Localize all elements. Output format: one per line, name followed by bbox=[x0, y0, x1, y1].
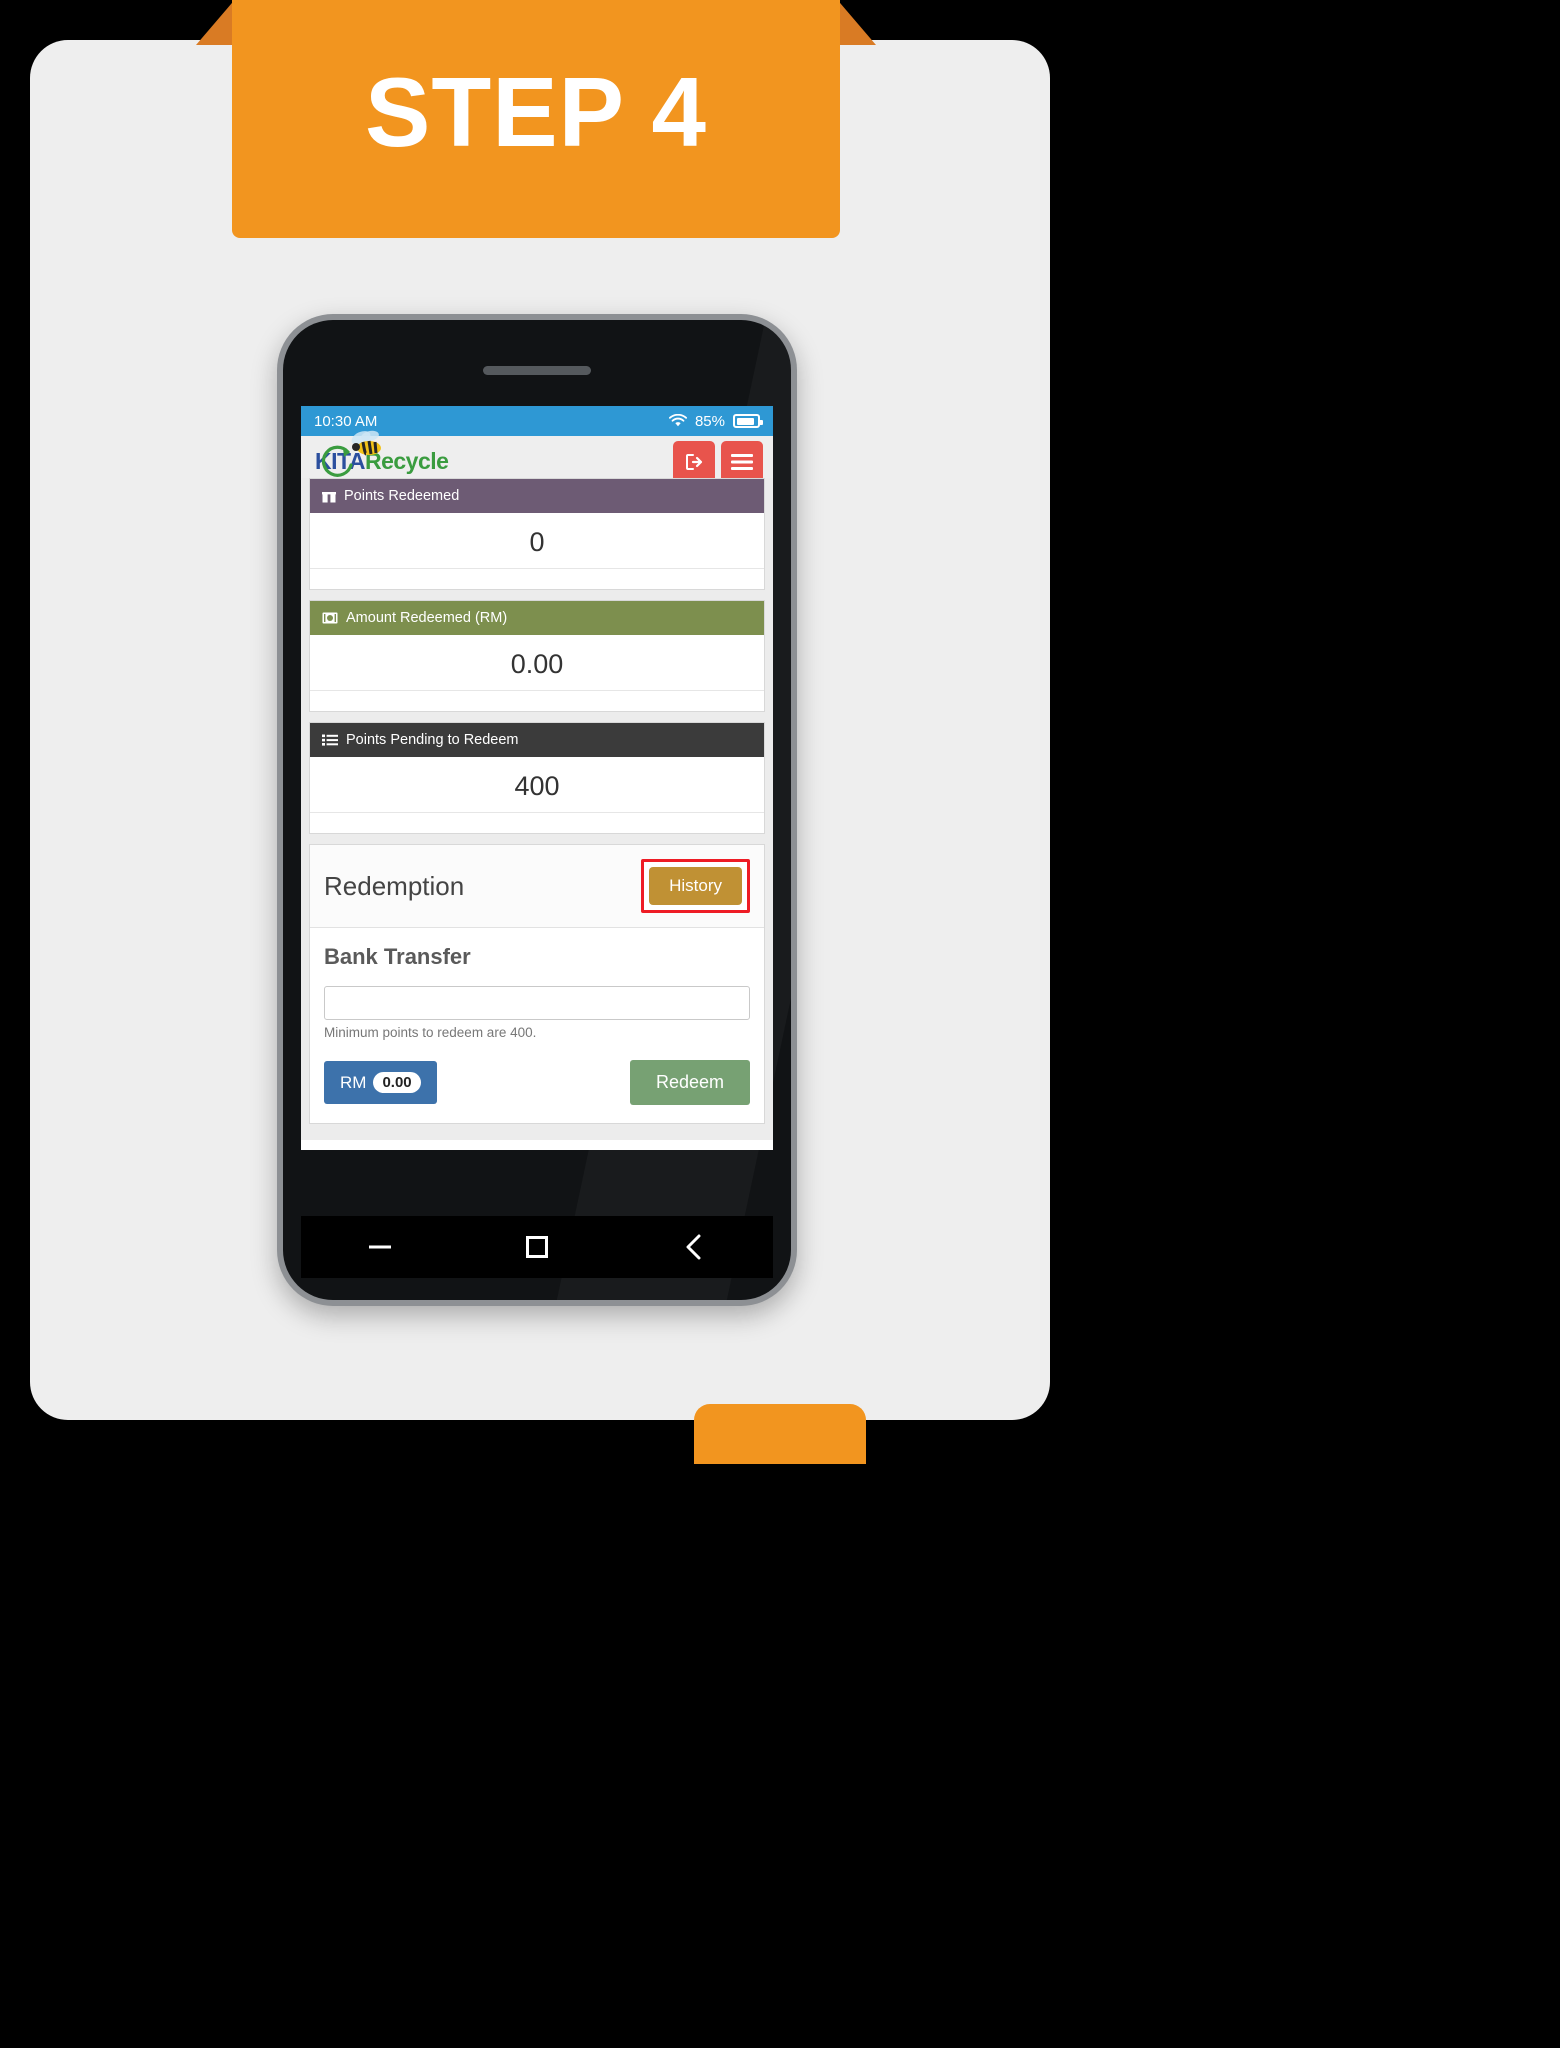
redemption-body: Bank Transfer Minimum points to redeem a… bbox=[310, 928, 764, 1123]
phone-body: 10:30 AM 85% KITA Recycle Points Redeeme… bbox=[283, 320, 791, 1300]
logout-button[interactable] bbox=[673, 440, 715, 483]
battery-icon bbox=[733, 414, 763, 428]
phone-screen: 10:30 AM 85% KITA Recycle Points Redeeme… bbox=[301, 406, 773, 1150]
rm-label: RM bbox=[340, 1072, 367, 1092]
logout-icon bbox=[686, 453, 703, 470]
stat-card-amount-redeemed: Amount Redeemed (RM) 0.00 bbox=[309, 600, 765, 712]
redemption-panel: Redemption History Bank Transfer Minimum… bbox=[309, 844, 765, 1124]
app-header-actions bbox=[673, 440, 763, 483]
step-label: STEP 4 bbox=[365, 57, 707, 167]
list-icon bbox=[322, 734, 338, 746]
stat-card-points-redeemed: Points Redeemed 0 bbox=[309, 478, 765, 590]
stat-card-header: Points Redeemed bbox=[310, 479, 764, 513]
redemption-actions: RM 0.00 Redeem bbox=[324, 1060, 750, 1105]
money-bill-icon bbox=[322, 612, 338, 624]
hamburger-menu-icon bbox=[731, 453, 753, 470]
stat-card-value: 0.00 bbox=[310, 635, 764, 691]
status-time: 10:30 AM bbox=[314, 412, 378, 430]
bank-transfer-title: Bank Transfer bbox=[324, 944, 471, 969]
redemption-header: Redemption History bbox=[310, 845, 764, 928]
stat-card-footer bbox=[310, 569, 764, 589]
redemption-title: Redemption bbox=[324, 870, 465, 901]
chevron-back-icon bbox=[686, 1234, 701, 1260]
stat-card-value: 400 bbox=[310, 757, 764, 813]
stat-card-header: Amount Redeemed (RM) bbox=[310, 601, 764, 635]
bee-icon bbox=[351, 430, 381, 456]
battery-percent: 85% bbox=[694, 412, 725, 430]
redeem-button[interactable]: Redeem bbox=[629, 1060, 750, 1105]
bank-transfer-input[interactable] bbox=[324, 986, 750, 1020]
rm-amount-button[interactable]: RM 0.00 bbox=[324, 1061, 437, 1104]
nav-recents-button[interactable] bbox=[507, 1227, 567, 1267]
menu-button[interactable] bbox=[721, 440, 763, 483]
screenshot-root: STEP 4 10:30 AM 85% KITA Recycle Points … bbox=[0, 0, 1560, 2048]
square-recents-icon bbox=[525, 1236, 548, 1258]
gift-icon bbox=[322, 489, 336, 503]
nav-back-button[interactable] bbox=[664, 1227, 724, 1267]
android-nav-bar bbox=[301, 1216, 773, 1278]
nav-minimize-button[interactable] bbox=[350, 1227, 410, 1267]
stat-card-footer bbox=[310, 813, 764, 833]
step-ribbon: STEP 4 bbox=[196, 0, 876, 238]
app-content: Points Redeemed 0 Amount Redeemed (RM) 0… bbox=[301, 478, 773, 1140]
stat-card-points-pending: Points Pending to Redeem 400 bbox=[309, 722, 765, 834]
app-logo: KITA Recycle bbox=[315, 430, 449, 477]
phone-speaker bbox=[483, 366, 591, 375]
stat-card-footer bbox=[310, 691, 764, 711]
status-indicators: 85% bbox=[668, 412, 763, 430]
stat-card-title: Points Redeemed bbox=[344, 488, 460, 504]
history-button[interactable]: History bbox=[649, 867, 742, 905]
bottom-orange-tab bbox=[694, 1404, 866, 1464]
ribbon-body: STEP 4 bbox=[232, 0, 840, 238]
wifi-icon bbox=[668, 414, 687, 428]
rm-amount-badge: 0.00 bbox=[373, 1072, 421, 1093]
stat-card-title: Amount Redeemed (RM) bbox=[346, 610, 508, 626]
minimum-points-hint: Minimum points to redeem are 400. bbox=[324, 1025, 537, 1040]
phone-mockup: 10:30 AM 85% KITA Recycle Points Redeeme… bbox=[277, 314, 797, 1306]
stat-card-title: Points Pending to Redeem bbox=[346, 732, 519, 748]
stat-card-value: 0 bbox=[310, 513, 764, 569]
history-button-highlight: History bbox=[641, 859, 750, 913]
minimize-icon bbox=[368, 1245, 391, 1249]
stat-card-header: Points Pending to Redeem bbox=[310, 723, 764, 757]
